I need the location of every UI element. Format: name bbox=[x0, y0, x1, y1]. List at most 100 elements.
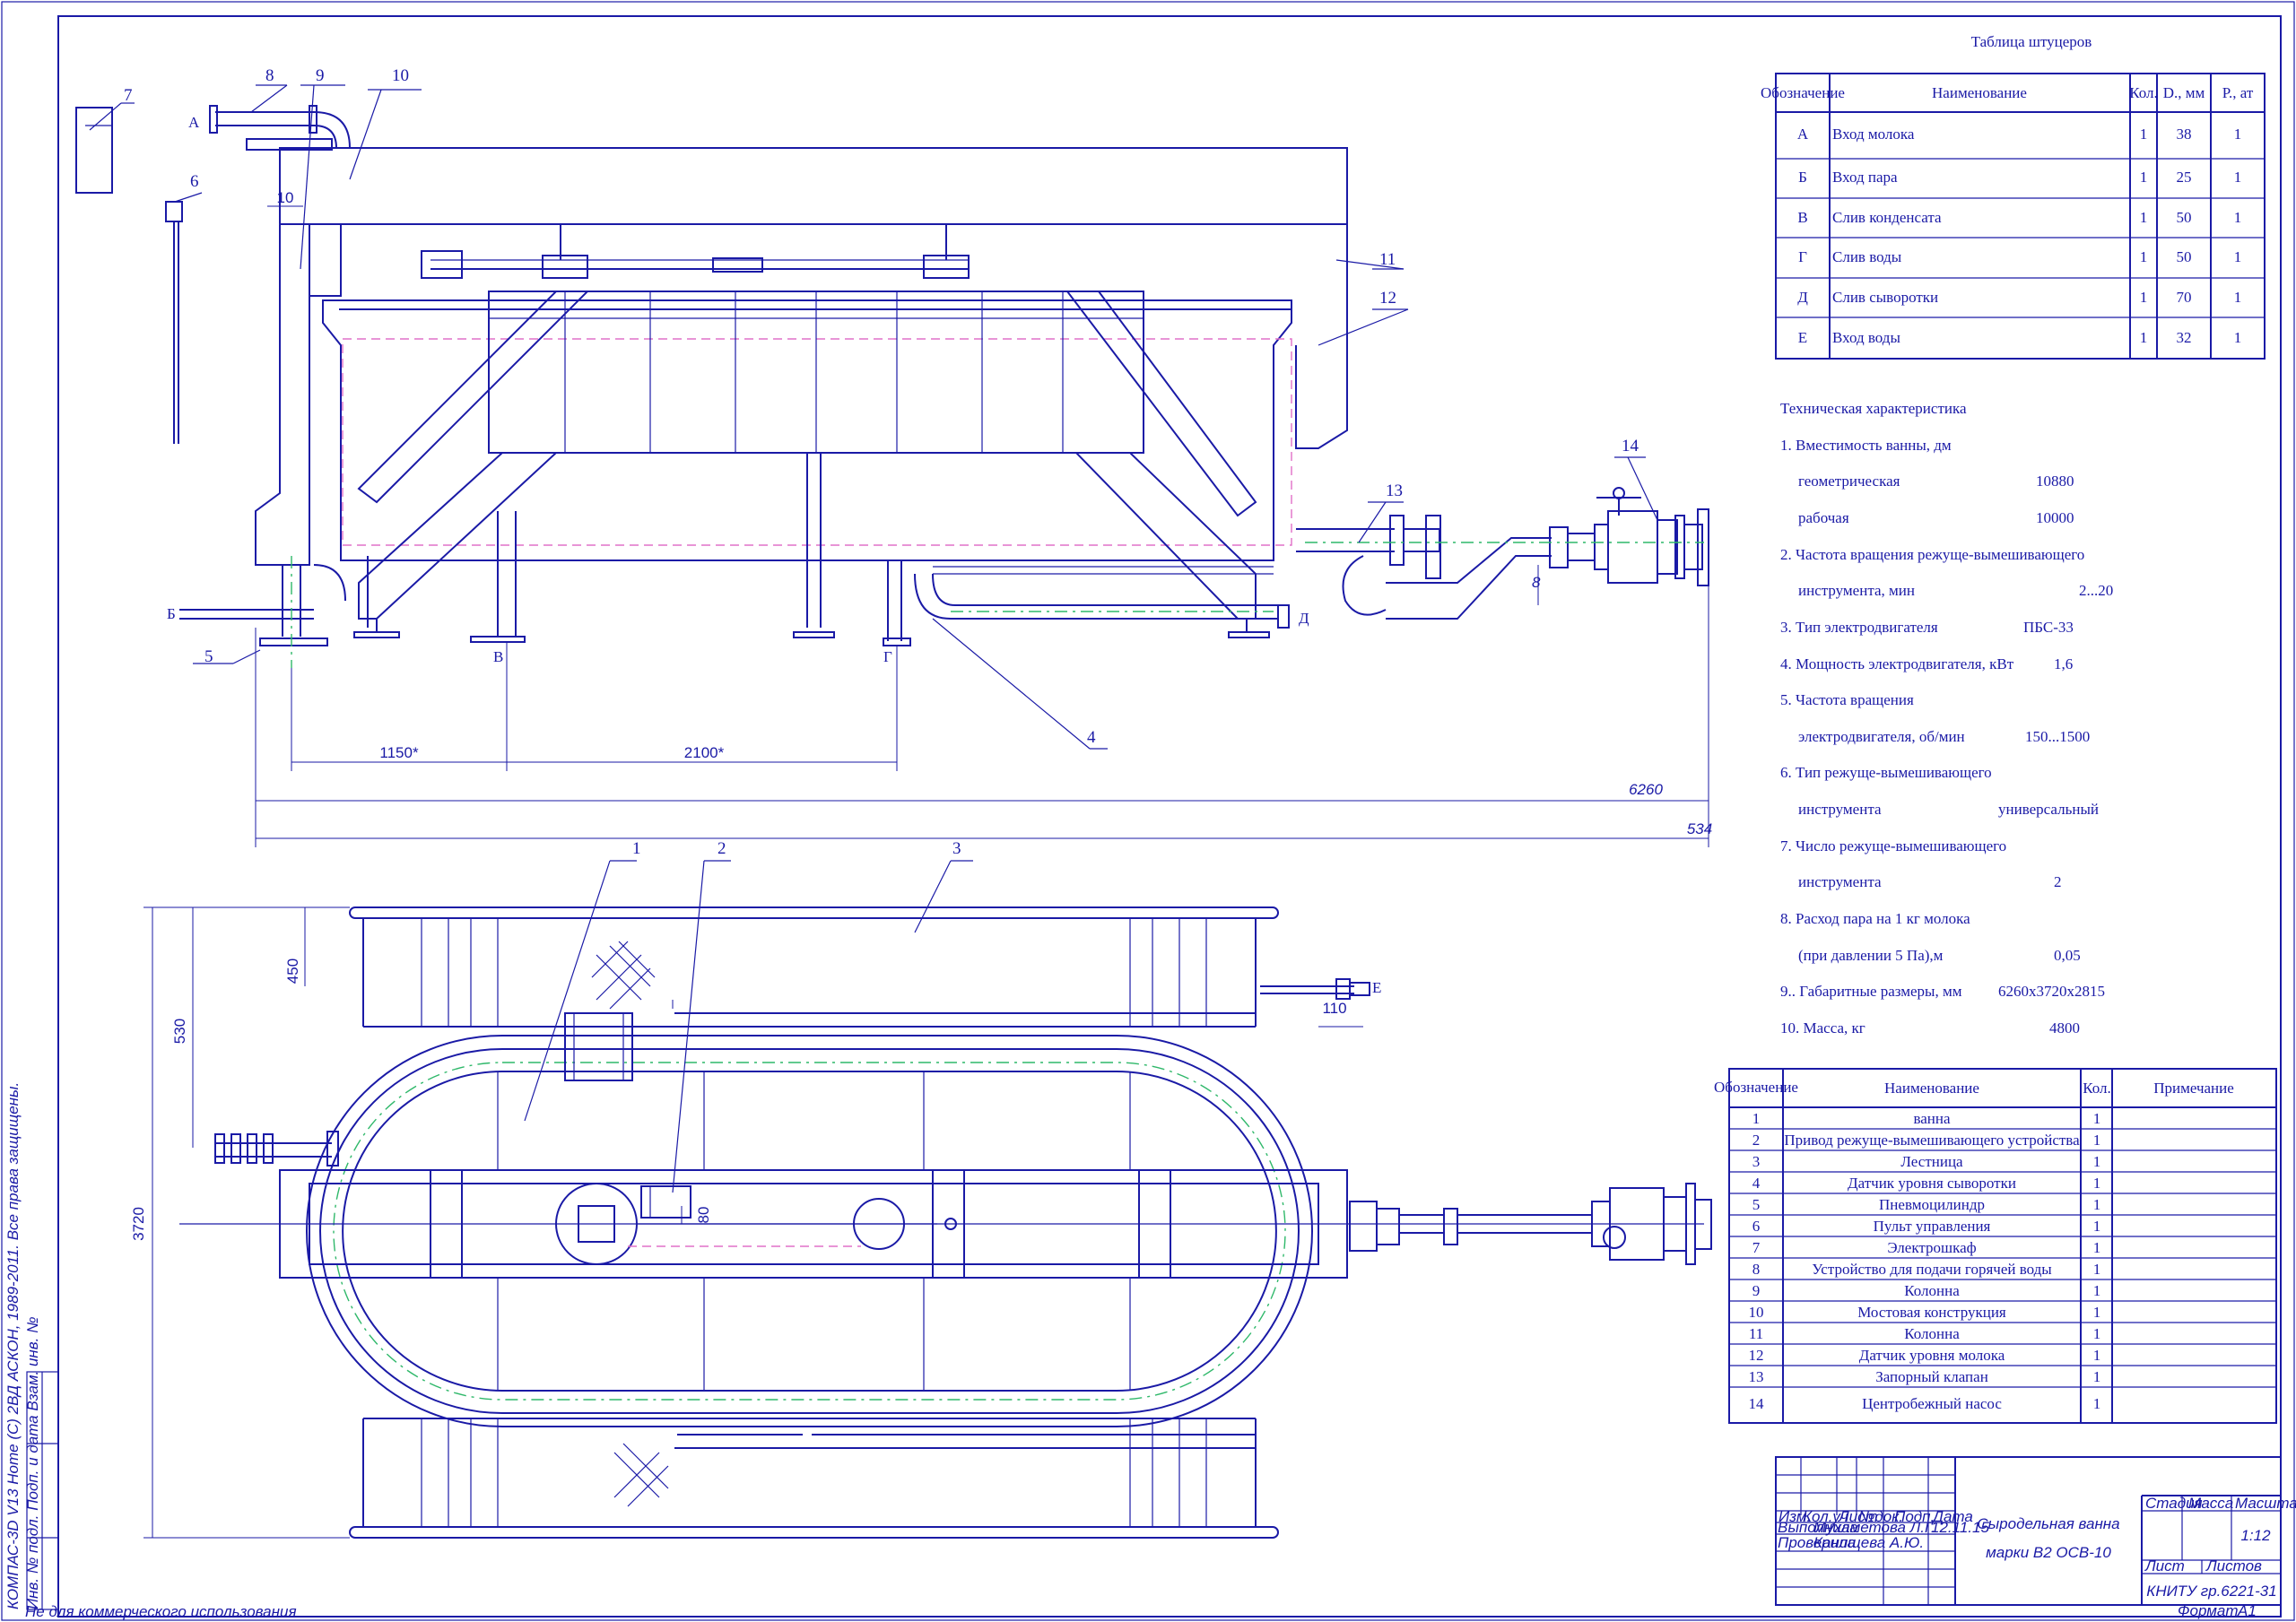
nozzle-header-d: D., мм bbox=[2163, 84, 2205, 101]
parts-row-name: Пневмоцилиндр bbox=[1879, 1196, 1985, 1213]
parts-header-name: Наименование bbox=[1884, 1080, 1979, 1097]
callout-10: 10 bbox=[392, 66, 409, 85]
nozzle-row-d: 25 bbox=[2177, 169, 2192, 186]
tech-title: Техническая характеристика bbox=[1780, 400, 1967, 417]
side-stamp: КОМПАС-3D V13 Home (С) 2ВД АСКОН, 1989-2… bbox=[4, 1082, 59, 1610]
parts-row-qty: 1 bbox=[2093, 1196, 2101, 1213]
parts-row-qty: 1 bbox=[2093, 1282, 2101, 1299]
tech-spec: Техническая характеристика 1. Вместимост… bbox=[1780, 400, 2113, 1037]
nozzle-row-d: 50 bbox=[2177, 248, 2192, 265]
port-letters: А Б В Г Д Е bbox=[167, 114, 1381, 996]
port-a: А bbox=[188, 114, 200, 131]
parts-row-qty: 1 bbox=[2093, 1175, 2101, 1192]
parts-row-qty: 1 bbox=[2093, 1395, 2101, 1412]
tech-line: 10. Масса, кг bbox=[1780, 1019, 1866, 1037]
tb-title-line-1: Сыродельная ванна bbox=[1977, 1515, 2119, 1532]
parts-row-name: Колонна bbox=[1904, 1282, 1960, 1299]
parts-header-note: Примечание bbox=[2153, 1080, 2234, 1097]
plan-view bbox=[179, 906, 1712, 1539]
callout-14: 14 bbox=[1622, 437, 1639, 455]
nozzle-header-qty: Кол. bbox=[2129, 84, 2158, 101]
nozzle-row-p: 1 bbox=[2234, 209, 2242, 226]
parts-row-qty: 1 bbox=[2093, 1153, 2101, 1170]
port-v: В bbox=[493, 648, 503, 665]
front-dimensions: 1150* 2100* 6260 534 10 8 bbox=[255, 189, 1712, 847]
port-e: Е bbox=[1372, 979, 1381, 996]
side-stamp-copyright: КОМПАС-3D V13 Home (С) 2ВД АСКОН, 1989-2… bbox=[4, 1082, 22, 1609]
parts-row-qty: 1 bbox=[2093, 1261, 2101, 1278]
tb-sheet: Лист bbox=[2144, 1557, 2185, 1574]
nozzle-row-qty: 1 bbox=[2140, 126, 2148, 143]
parts-table: Обозначение Наименование Кол. Примечание… bbox=[1714, 1068, 2277, 1424]
tech-line: геометрическая bbox=[1798, 473, 1900, 490]
nozzle-header-code: Обозначение bbox=[1761, 84, 1845, 101]
parts-row-code: 5 bbox=[1752, 1196, 1761, 1213]
dim-6260: 6260 bbox=[1629, 781, 1663, 798]
parts-row-code: 2 bbox=[1752, 1132, 1761, 1149]
callout-2: 2 bbox=[718, 839, 726, 858]
nozzle-row-name: Вход воды bbox=[1832, 329, 1900, 346]
parts-row-qty: 1 bbox=[2093, 1239, 2101, 1256]
callout-9: 9 bbox=[316, 66, 325, 85]
parts-row-name: Привод режуще-вымешивающего устройства bbox=[1784, 1132, 2080, 1149]
parts-row-code: 1 bbox=[1752, 1110, 1761, 1127]
parts-row-code: 3 bbox=[1752, 1153, 1761, 1170]
tech-value: 2...20 bbox=[2079, 582, 2113, 599]
tech-value: 2 bbox=[2054, 873, 2062, 890]
tb-scale-value: 1:12 bbox=[2240, 1527, 2271, 1544]
parts-header-qty: Кол. bbox=[2083, 1080, 2111, 1097]
parts-row-code: 13 bbox=[1749, 1368, 1764, 1385]
callout-1: 1 bbox=[632, 839, 641, 858]
tech-line: инструмента, мин bbox=[1798, 582, 1915, 599]
nozzle-header-p: Р., ат bbox=[2222, 84, 2254, 101]
nozzle-row-qty: 1 bbox=[2140, 169, 2148, 186]
tech-line: 2. Частота вращения режуще-вымешивающего bbox=[1780, 546, 2084, 563]
callout-11: 11 bbox=[1379, 250, 1396, 269]
nozzle-row-p: 1 bbox=[2234, 289, 2242, 306]
tech-line: 9.. Габаритные размеры, мм bbox=[1780, 983, 1962, 1000]
tech-value: 6260х3720х2815 bbox=[1998, 983, 2105, 1000]
dim-2100: 2100* bbox=[684, 744, 725, 761]
parts-row-name: Датчик уровня молока bbox=[1859, 1347, 2005, 1364]
port-g: Г bbox=[883, 648, 892, 665]
parts-row-code: 4 bbox=[1752, 1175, 1761, 1192]
parts-row-name: Датчик уровня сыворотки bbox=[1848, 1175, 2016, 1192]
tech-value: 4800 bbox=[2049, 1019, 2080, 1037]
tech-line: электродвигателя, об/мин bbox=[1798, 728, 1965, 745]
parts-row-code: 11 bbox=[1749, 1325, 1763, 1342]
tech-value: 150...1500 bbox=[2025, 728, 2090, 745]
tech-line: 6. Тип режуще-вымешивающего bbox=[1780, 764, 1992, 781]
dim-3720: 3720 bbox=[130, 1207, 147, 1241]
nozzle-row-code: Г bbox=[1798, 248, 1807, 265]
drawing-sheet: 1150* 2100* 6260 534 10 8 3720 530 450 1… bbox=[1, 1, 2296, 1621]
parts-row-qty: 1 bbox=[2093, 1368, 2101, 1385]
nozzle-row-name: Вход молока bbox=[1832, 126, 1915, 143]
tech-line: 4. Мощность электродвигателя, кВт bbox=[1780, 655, 2014, 672]
parts-header-code: Обозначение bbox=[1714, 1079, 1798, 1096]
nozzle-row-d: 70 bbox=[2177, 289, 2192, 306]
parts-row-qty: 1 bbox=[2093, 1347, 2101, 1364]
nozzle-row-code: А bbox=[1797, 126, 1809, 143]
nozzle-row-code: В bbox=[1797, 209, 1807, 226]
tb-scale: Масштаб bbox=[2235, 1495, 2296, 1512]
nozzle-table-title: Таблица штуцеров bbox=[1971, 33, 2092, 50]
parts-row-name: Запорный клапан bbox=[1875, 1368, 1988, 1385]
dim-530: 530 bbox=[171, 1019, 188, 1044]
dim-10: 10 bbox=[277, 189, 294, 206]
parts-row-qty: 1 bbox=[2093, 1218, 2101, 1235]
front-view bbox=[75, 105, 1709, 668]
nozzle-row-name: Слив сыворотки bbox=[1832, 289, 1938, 306]
tech-value: 10000 bbox=[2036, 509, 2074, 526]
callout-4: 4 bbox=[1087, 728, 1096, 747]
parts-row-code: 8 bbox=[1752, 1261, 1761, 1278]
plan-dimensions: 3720 530 450 110 80 bbox=[130, 906, 1363, 1539]
tb-sheets: Листов bbox=[2205, 1557, 2262, 1574]
callout-8: 8 bbox=[265, 66, 274, 85]
nozzle-row-d: 50 bbox=[2177, 209, 2192, 226]
nozzle-row-name: Слив конденсата bbox=[1832, 209, 1942, 226]
callout-6: 6 bbox=[190, 172, 199, 191]
nozzle-row-qty: 1 bbox=[2140, 248, 2148, 265]
tb-format-value: А1 bbox=[2237, 1602, 2257, 1619]
parts-row-name: ванна bbox=[1913, 1110, 1951, 1127]
nozzle-row-d: 38 bbox=[2177, 126, 2192, 143]
